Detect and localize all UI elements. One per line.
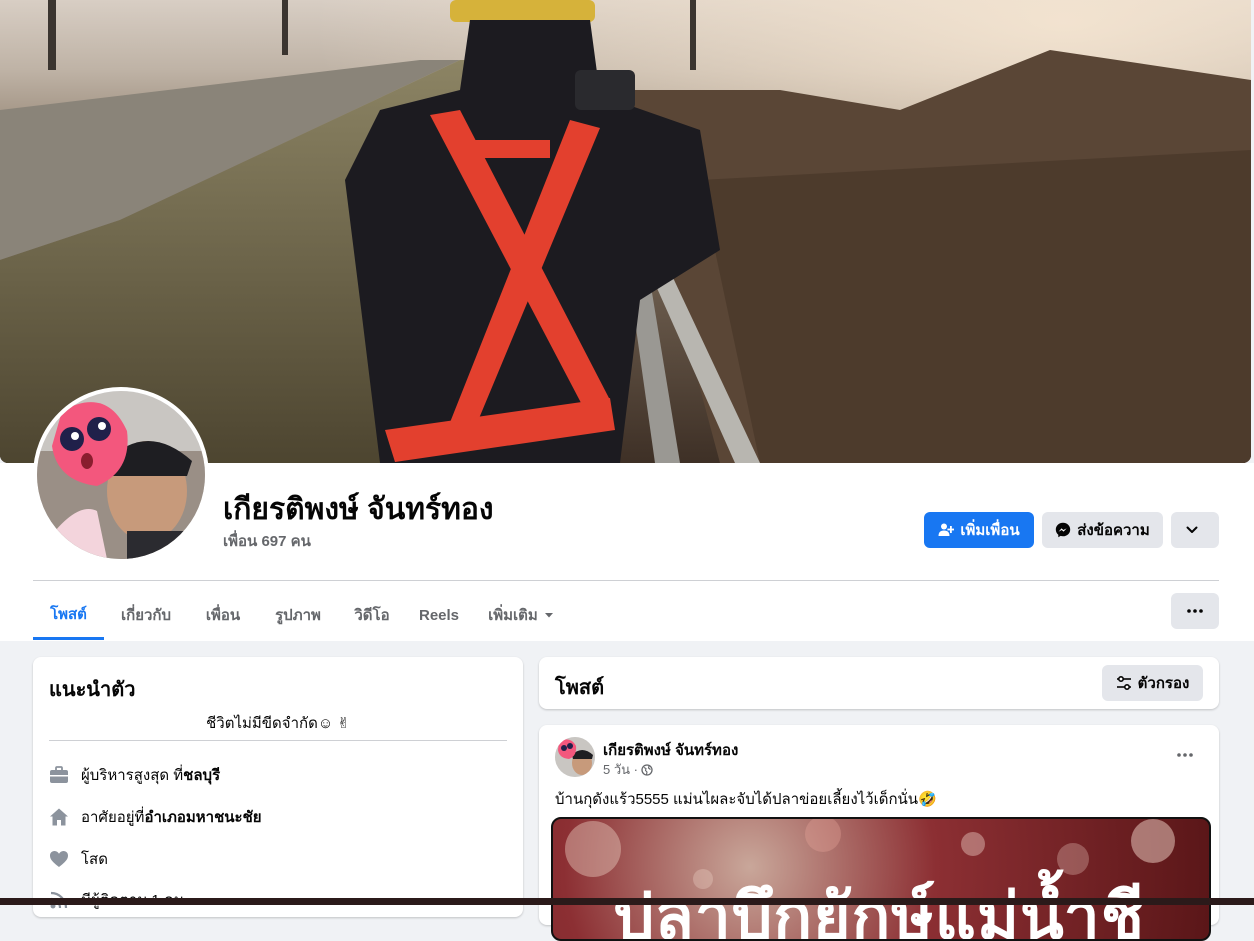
intro-lives-prefix: อาศัยอยู่ที่ xyxy=(81,809,145,826)
tab-reels-label: Reels xyxy=(418,606,460,624)
intro-relationship: โสด xyxy=(49,847,108,871)
filter-icon xyxy=(1116,675,1131,691)
tab-posts[interactable]: โพสต์ xyxy=(33,590,104,640)
intro-divider xyxy=(49,740,507,741)
tab-photos-label: รูปภาพ xyxy=(275,607,321,624)
intro-title: แนะนำตัว xyxy=(49,679,136,701)
cover-photo[interactable] xyxy=(0,0,1251,463)
tab-photos[interactable]: รูปภาพ xyxy=(262,590,334,640)
tab-about[interactable]: เกี่ยวกับ xyxy=(108,590,184,640)
profile-name: เกียรติพงษ์ จันทร์ทอง xyxy=(223,493,494,526)
intro-relationship-label: โสด xyxy=(81,851,108,868)
header-divider xyxy=(33,580,1219,581)
intro-work-prefix: ผู้บริหารสูงสุด ที่ xyxy=(81,767,184,784)
messenger-icon xyxy=(1056,522,1071,538)
home-icon xyxy=(49,807,69,827)
tab-videos-label: วิดีโอ xyxy=(354,607,390,624)
post-time[interactable]: 5 วัน · xyxy=(603,759,638,780)
bottom-strip xyxy=(0,898,1254,905)
intro-work-place[interactable]: ชลบุรี xyxy=(183,763,220,787)
intro-card: แนะนำตัว ชีวิตไม่มีขีดจำกัด☺ ✌ ผู้บริหาร… xyxy=(33,657,523,917)
post-author-avatar[interactable] xyxy=(555,737,595,777)
ellipsis-icon xyxy=(1187,609,1203,613)
profile-avatar[interactable] xyxy=(33,387,209,563)
message-label: ส่งข้อความ xyxy=(1077,522,1150,539)
add-friend-label: เพิ่มเพื่อน xyxy=(960,522,1020,539)
caret-down-icon xyxy=(544,613,553,618)
tab-friends-label: เพื่อน xyxy=(205,607,241,624)
friends-count[interactable]: เพื่อน 697 คน xyxy=(223,529,311,553)
ellipsis-icon xyxy=(1177,753,1193,757)
post-more-button[interactable] xyxy=(1171,743,1199,767)
post-meta: 5 วัน · xyxy=(603,759,653,780)
intro-lives-place[interactable]: อำเภอมหาชนะชัย xyxy=(144,805,261,829)
tab-posts-label: โพสต์ xyxy=(50,605,87,623)
posts-header-card: โพสต์ ตัวกรอง xyxy=(539,657,1219,709)
briefcase-icon xyxy=(49,765,69,785)
intro-bio: ชีวิตไม่มีขีดจำกัด☺ ✌ xyxy=(206,715,350,732)
tab-about-label: เกี่ยวกับ xyxy=(120,607,172,624)
message-button[interactable]: ส่งข้อความ xyxy=(1042,512,1163,548)
post-card: เกียรติพงษ์ จันทร์ทอง 5 วัน · บ้านกุดังแ… xyxy=(539,725,1219,941)
post-image[interactable]: ปลาบึกยักษ์แม่น้ำชี xyxy=(551,817,1211,941)
more-options-button[interactable] xyxy=(1171,593,1219,629)
globe-icon xyxy=(641,763,653,776)
add-friend-button[interactable]: เพิ่มเพื่อน xyxy=(924,512,1034,548)
post-avatar-image xyxy=(555,737,595,777)
avatar-image xyxy=(37,391,205,559)
intro-work: ผู้บริหารสูงสุด ที่ ชลบุรี xyxy=(49,763,220,787)
intro-lives: อาศัยอยู่ที่ อำเภอมหาชนะชัย xyxy=(49,805,262,829)
tab-reels[interactable]: Reels xyxy=(410,590,468,640)
add-friend-icon xyxy=(938,523,955,536)
profile-dropdown-button[interactable] xyxy=(1171,512,1219,548)
chevron-down-icon xyxy=(1186,526,1198,533)
tab-more-label: เพิ่มเติม xyxy=(488,607,538,624)
tab-friends[interactable]: เพื่อน xyxy=(190,590,256,640)
post-text: บ้านกุดังแร้ว5555 แม่นไผละจับได้ปลาข่อยเ… xyxy=(555,791,937,808)
filter-button[interactable]: ตัวกรอง xyxy=(1102,665,1203,701)
tab-more[interactable]: เพิ่มเติม xyxy=(476,590,566,640)
tab-videos[interactable]: วิดีโอ xyxy=(342,590,402,640)
filter-label: ตัวกรอง xyxy=(1137,675,1190,692)
cover-image xyxy=(0,0,1251,463)
heart-icon xyxy=(49,849,69,869)
posts-title: โพสต์ xyxy=(555,677,605,699)
